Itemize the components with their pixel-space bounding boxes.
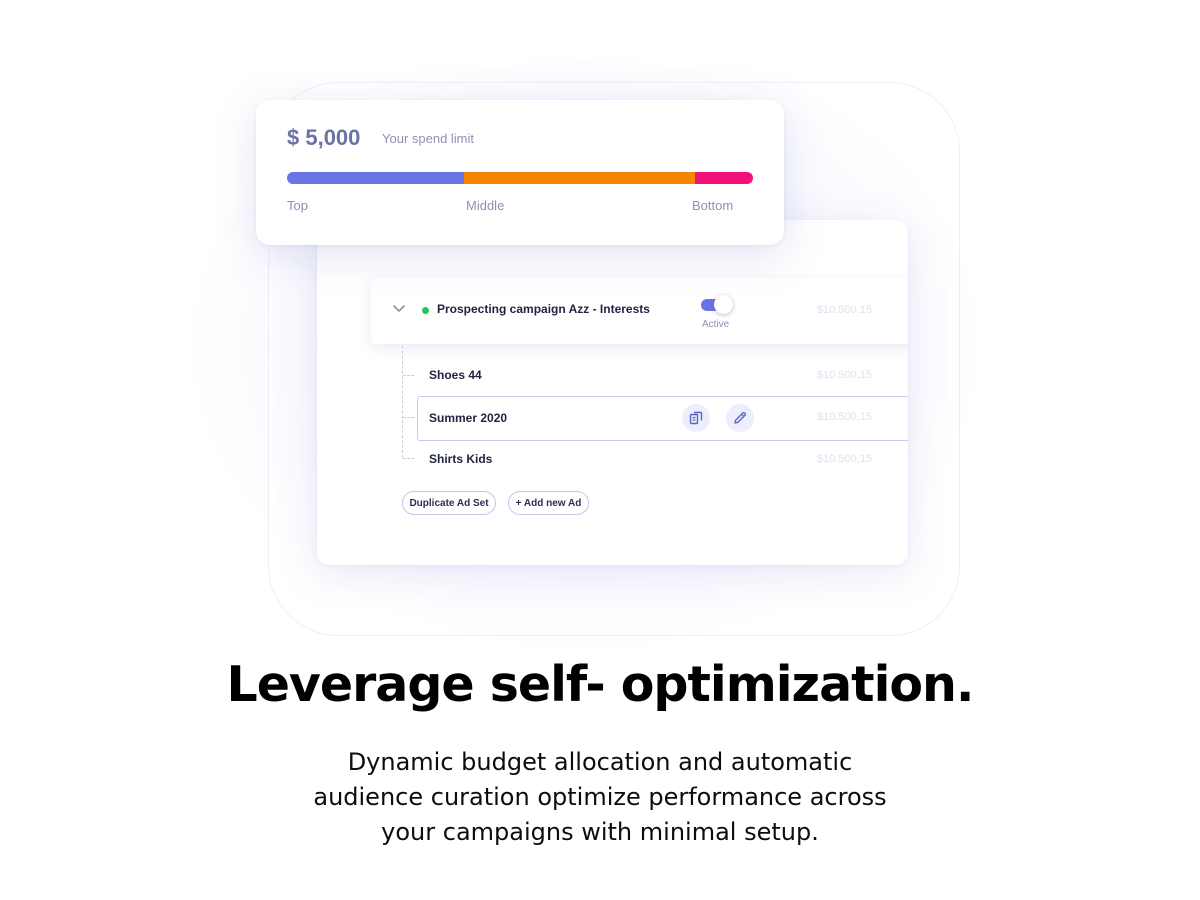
funnel-allocation-bar <box>287 172 753 184</box>
funnel-label-middle: Middle <box>466 198 505 213</box>
ad-amount: $10.500,15 <box>817 369 873 381</box>
toggle-knob <box>714 295 733 314</box>
body-copy: Dynamic budget allocation and automatic … <box>313 748 887 846</box>
chevron-down-icon[interactable] <box>391 300 407 316</box>
copy-icon <box>689 411 703 425</box>
ad-item-shirts-kids[interactable]: Shirts Kids <box>429 452 492 466</box>
spend-limit-amount: $ 5,000 <box>287 125 361 150</box>
duplicate-ad-set-button[interactable]: Duplicate Ad Set <box>402 491 496 515</box>
spend-limit-card: $ 5,000 Your spend limit Top Middle Bott… <box>256 100 784 245</box>
tree-branch <box>403 458 414 459</box>
ad-amount: $10.500,15 <box>817 411 873 423</box>
campaign-panel: Prospecting campaign Azz - Interests Act… <box>317 220 908 565</box>
ad-item-shoes-44[interactable]: Shoes 44 <box>429 368 482 382</box>
spend-limit-caption: Your spend limit <box>382 131 475 146</box>
pencil-icon <box>734 411 747 424</box>
edit-button[interactable] <box>726 404 754 432</box>
campaign-name: Prospecting campaign Azz - Interests <box>437 302 650 316</box>
tree-branch <box>403 375 414 376</box>
copy-button[interactable] <box>682 404 710 432</box>
campaign-row[interactable]: Prospecting campaign Azz - Interests Act… <box>371 278 908 344</box>
add-new-ad-button[interactable]: + Add new Ad <box>508 491 589 515</box>
campaign-amount: $10.500,15 <box>817 304 873 316</box>
funnel-segment-bottom <box>694 172 753 184</box>
tree-connector <box>402 346 403 458</box>
ad-amount: $10.500,15 <box>817 453 873 465</box>
active-toggle[interactable] <box>698 294 734 314</box>
toggle-status-label: Active <box>702 319 730 330</box>
headline: Leverage self- optimization. <box>226 656 974 713</box>
funnel-segment-top <box>287 172 465 184</box>
ad-name-label: Summer 2020 <box>429 411 508 425</box>
status-dot <box>422 307 429 314</box>
funnel-segment-middle <box>464 172 695 184</box>
funnel-label-bottom: Bottom <box>692 198 734 213</box>
funnel-label-top: Top <box>287 198 308 213</box>
tree-branch <box>403 417 414 418</box>
